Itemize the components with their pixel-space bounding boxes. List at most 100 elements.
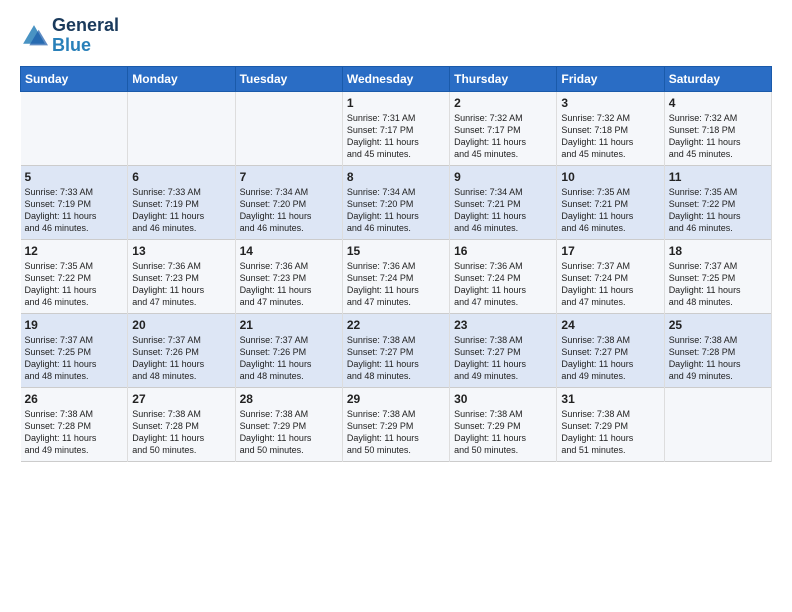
day-info: Daylight: 11 hours [132, 432, 230, 444]
day-number: 21 [240, 318, 338, 332]
day-info: Daylight: 11 hours [561, 358, 659, 370]
day-number: 8 [347, 170, 445, 184]
day-info: Sunrise: 7:32 AM [561, 112, 659, 124]
week-row-1: 1Sunrise: 7:31 AMSunset: 7:17 PMDaylight… [21, 91, 772, 165]
logo-icon [20, 22, 48, 50]
day-info: Daylight: 11 hours [240, 432, 338, 444]
day-info: and 46 minutes. [240, 222, 338, 234]
day-cell: 12Sunrise: 7:35 AMSunset: 7:22 PMDayligh… [21, 239, 128, 313]
logo-text: General Blue [52, 16, 119, 56]
day-info: and 49 minutes. [669, 370, 767, 382]
day-info: Sunrise: 7:32 AM [454, 112, 552, 124]
day-cell: 13Sunrise: 7:36 AMSunset: 7:23 PMDayligh… [128, 239, 235, 313]
day-info: Daylight: 11 hours [454, 284, 552, 296]
day-info: Sunset: 7:27 PM [561, 346, 659, 358]
day-info: Sunrise: 7:38 AM [561, 408, 659, 420]
header-row: SundayMondayTuesdayWednesdayThursdayFrid… [21, 66, 772, 91]
day-info: Sunset: 7:29 PM [347, 420, 445, 432]
day-info: Sunset: 7:24 PM [454, 272, 552, 284]
day-cell: 2Sunrise: 7:32 AMSunset: 7:17 PMDaylight… [450, 91, 557, 165]
day-info: Sunrise: 7:33 AM [132, 186, 230, 198]
day-info: Daylight: 11 hours [240, 210, 338, 222]
day-number: 22 [347, 318, 445, 332]
day-number: 28 [240, 392, 338, 406]
day-info: Daylight: 11 hours [561, 210, 659, 222]
day-info: Sunrise: 7:38 AM [454, 408, 552, 420]
day-info: Sunset: 7:22 PM [25, 272, 124, 284]
day-info: Sunrise: 7:32 AM [669, 112, 767, 124]
day-number: 25 [669, 318, 767, 332]
header-cell-thursday: Thursday [450, 66, 557, 91]
day-info: Sunrise: 7:36 AM [347, 260, 445, 272]
day-info: Sunset: 7:28 PM [132, 420, 230, 432]
day-info: Sunrise: 7:33 AM [25, 186, 124, 198]
day-info: Sunrise: 7:36 AM [132, 260, 230, 272]
day-info: Sunset: 7:25 PM [25, 346, 124, 358]
day-info: Sunrise: 7:36 AM [454, 260, 552, 272]
week-row-3: 12Sunrise: 7:35 AMSunset: 7:22 PMDayligh… [21, 239, 772, 313]
page: General Blue SundayMondayTuesdayWednesda… [0, 0, 792, 472]
day-info: Daylight: 11 hours [454, 358, 552, 370]
day-cell: 23Sunrise: 7:38 AMSunset: 7:27 PMDayligh… [450, 313, 557, 387]
day-info: and 50 minutes. [240, 444, 338, 456]
day-number: 2 [454, 96, 552, 110]
day-cell: 11Sunrise: 7:35 AMSunset: 7:22 PMDayligh… [664, 165, 771, 239]
day-cell [664, 387, 771, 461]
day-info: Sunrise: 7:35 AM [561, 186, 659, 198]
day-info: Daylight: 11 hours [347, 432, 445, 444]
day-number: 23 [454, 318, 552, 332]
day-number: 24 [561, 318, 659, 332]
day-info: Sunrise: 7:37 AM [132, 334, 230, 346]
day-info: Daylight: 11 hours [454, 210, 552, 222]
day-info: Daylight: 11 hours [25, 358, 124, 370]
day-info: Sunset: 7:20 PM [240, 198, 338, 210]
day-cell [235, 91, 342, 165]
day-info: Sunrise: 7:36 AM [240, 260, 338, 272]
header-cell-wednesday: Wednesday [342, 66, 449, 91]
day-cell: 20Sunrise: 7:37 AMSunset: 7:26 PMDayligh… [128, 313, 235, 387]
day-info: Sunset: 7:26 PM [240, 346, 338, 358]
day-info: Daylight: 11 hours [132, 210, 230, 222]
day-info: and 46 minutes. [347, 222, 445, 234]
header-cell-saturday: Saturday [664, 66, 771, 91]
day-info: and 48 minutes. [25, 370, 124, 382]
day-info: Daylight: 11 hours [669, 358, 767, 370]
day-cell: 8Sunrise: 7:34 AMSunset: 7:20 PMDaylight… [342, 165, 449, 239]
day-info: Daylight: 11 hours [561, 136, 659, 148]
day-cell: 26Sunrise: 7:38 AMSunset: 7:28 PMDayligh… [21, 387, 128, 461]
day-info: Daylight: 11 hours [25, 284, 124, 296]
day-info: Sunset: 7:17 PM [454, 124, 552, 136]
day-info: Sunset: 7:17 PM [347, 124, 445, 136]
day-info: and 48 minutes. [132, 370, 230, 382]
day-number: 13 [132, 244, 230, 258]
day-info: Sunset: 7:26 PM [132, 346, 230, 358]
day-info: Sunset: 7:19 PM [132, 198, 230, 210]
day-info: Daylight: 11 hours [132, 358, 230, 370]
day-info: and 46 minutes. [454, 222, 552, 234]
day-info: and 48 minutes. [347, 370, 445, 382]
day-info: Daylight: 11 hours [25, 210, 124, 222]
day-cell: 4Sunrise: 7:32 AMSunset: 7:18 PMDaylight… [664, 91, 771, 165]
day-info: Sunset: 7:21 PM [561, 198, 659, 210]
day-cell: 15Sunrise: 7:36 AMSunset: 7:24 PMDayligh… [342, 239, 449, 313]
header-cell-sunday: Sunday [21, 66, 128, 91]
day-info: Daylight: 11 hours [669, 284, 767, 296]
day-info: Sunset: 7:22 PM [669, 198, 767, 210]
day-info: Sunrise: 7:35 AM [669, 186, 767, 198]
day-info: Sunset: 7:23 PM [240, 272, 338, 284]
week-row-5: 26Sunrise: 7:38 AMSunset: 7:28 PMDayligh… [21, 387, 772, 461]
day-info: Sunset: 7:27 PM [454, 346, 552, 358]
week-row-2: 5Sunrise: 7:33 AMSunset: 7:19 PMDaylight… [21, 165, 772, 239]
day-cell: 16Sunrise: 7:36 AMSunset: 7:24 PMDayligh… [450, 239, 557, 313]
day-info: and 51 minutes. [561, 444, 659, 456]
day-info: Sunrise: 7:34 AM [347, 186, 445, 198]
day-number: 7 [240, 170, 338, 184]
day-cell: 22Sunrise: 7:38 AMSunset: 7:27 PMDayligh… [342, 313, 449, 387]
day-info: and 47 minutes. [240, 296, 338, 308]
day-info: and 48 minutes. [240, 370, 338, 382]
day-number: 17 [561, 244, 659, 258]
day-cell [21, 91, 128, 165]
day-info: Sunset: 7:18 PM [669, 124, 767, 136]
day-cell: 25Sunrise: 7:38 AMSunset: 7:28 PMDayligh… [664, 313, 771, 387]
day-info: Sunrise: 7:37 AM [561, 260, 659, 272]
